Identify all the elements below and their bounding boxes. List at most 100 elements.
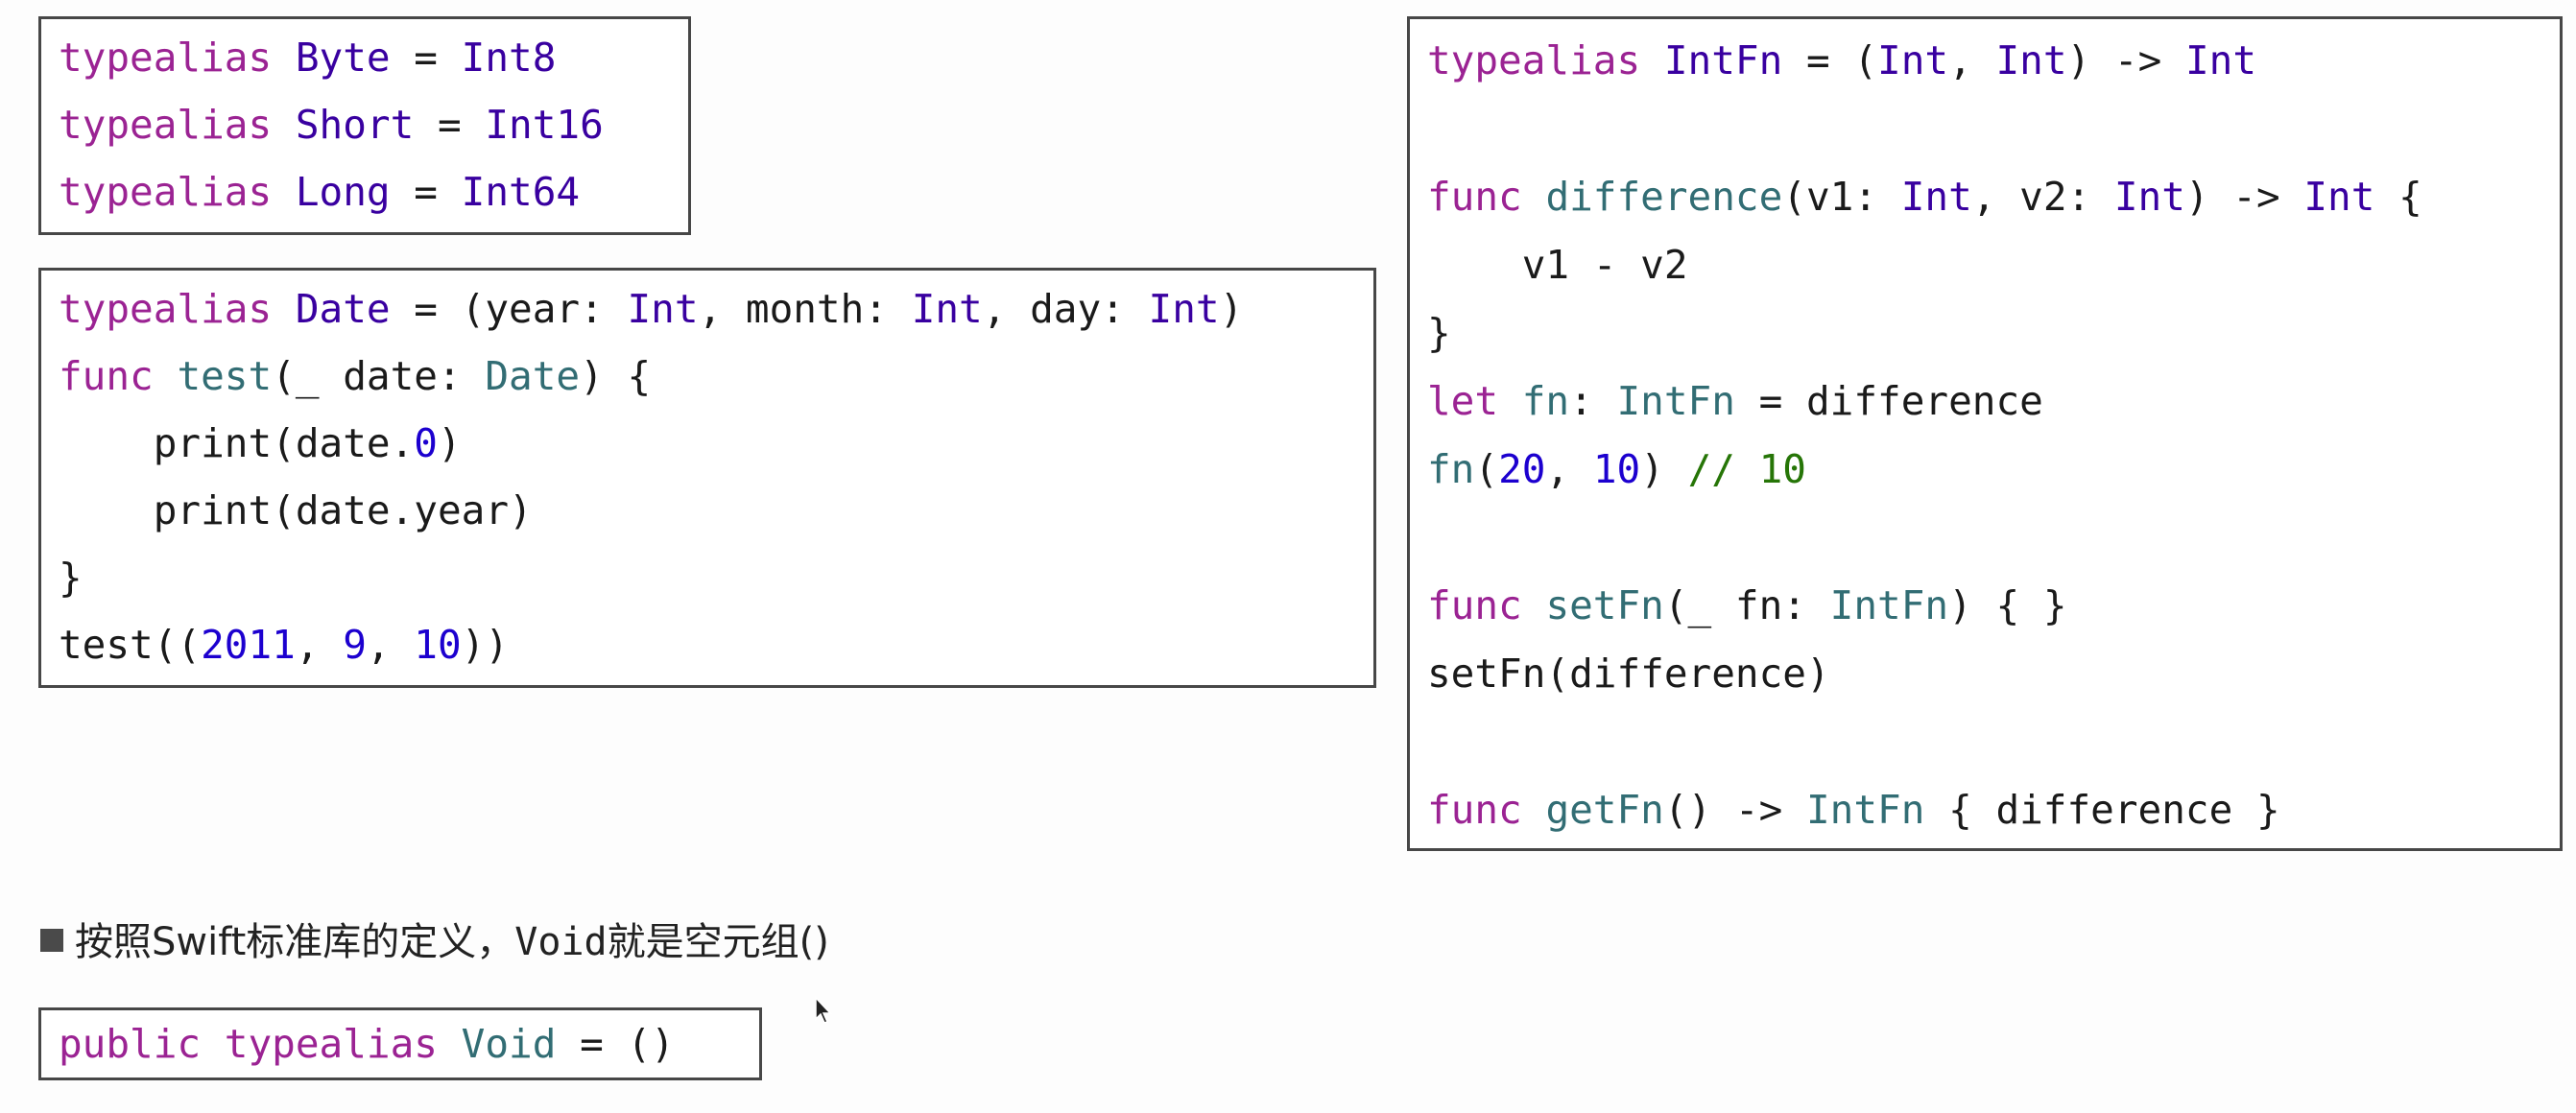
code-token: Int bbox=[911, 286, 983, 332]
code-token: = (year: bbox=[390, 286, 628, 332]
code-token: )) bbox=[461, 622, 510, 668]
code-token: Byte bbox=[295, 35, 391, 81]
code-token: = bbox=[390, 169, 462, 215]
code-line: print(date.year) bbox=[59, 482, 533, 539]
code-token: Int64 bbox=[461, 169, 581, 215]
code-token: Short bbox=[295, 102, 415, 148]
code-token: 0 bbox=[414, 420, 438, 466]
code-token: (_ fn: bbox=[1663, 582, 1830, 628]
code-token: ) bbox=[1640, 446, 1688, 492]
code-token: setFn(difference) bbox=[1427, 651, 1830, 697]
code-token: Long bbox=[295, 169, 391, 215]
bullet-text-after: 就是空元组() bbox=[607, 920, 829, 964]
code-token: : bbox=[1569, 378, 1617, 424]
code-token: Int bbox=[627, 286, 699, 332]
code-token: typealias bbox=[224, 1021, 438, 1067]
code-token: Int bbox=[1877, 37, 1949, 83]
code-token: typealias bbox=[1427, 37, 1641, 83]
code-line: public typealias Void = () bbox=[59, 1015, 675, 1073]
code-token: IntFn bbox=[1829, 582, 1949, 628]
code-token: Int8 bbox=[461, 35, 557, 81]
code-token: = () bbox=[556, 1021, 675, 1067]
code-token: ) { bbox=[580, 353, 652, 399]
code-token: Int bbox=[1900, 174, 1972, 220]
code-token: print(date. bbox=[59, 420, 415, 466]
code-token: setFn bbox=[1545, 582, 1664, 628]
typealias-date-tuple-code-block: typealias Date = (year: Int, month: Int,… bbox=[38, 268, 1376, 688]
code-token: , bbox=[1545, 446, 1593, 492]
code-token: Int bbox=[2113, 174, 2185, 220]
code-token: let bbox=[1427, 378, 1499, 424]
code-line: func getFn() -> IntFn { difference } bbox=[1427, 781, 2280, 839]
code-token: IntFn bbox=[1805, 787, 1925, 833]
code-token: ( bbox=[1474, 446, 1499, 492]
code-token: test bbox=[177, 353, 273, 399]
code-token: , v2: bbox=[1971, 174, 2114, 220]
code-token: ) -> bbox=[2184, 174, 2304, 220]
code-token: , month: bbox=[698, 286, 912, 332]
code-token: func bbox=[59, 353, 154, 399]
code-token: difference bbox=[1545, 174, 1783, 220]
code-token: ) bbox=[1219, 286, 1244, 332]
code-token: 9 bbox=[343, 622, 367, 668]
code-token: = difference bbox=[1734, 378, 2043, 424]
code-token: func bbox=[1427, 582, 1522, 628]
code-token: 2011 bbox=[201, 622, 296, 668]
code-token: IntFn bbox=[1616, 378, 1735, 424]
code-token: Date bbox=[485, 353, 581, 399]
code-line: func setFn(_ fn: IntFn) { } bbox=[1427, 577, 2067, 634]
code-token: (_ date: bbox=[272, 353, 486, 399]
void-definition-bullet: 按照Swift标准库的定义，Void就是空元组() bbox=[40, 912, 829, 973]
code-token: , day: bbox=[982, 286, 1149, 332]
code-token: v1 - v2 bbox=[1427, 242, 1688, 288]
code-token: ) -> bbox=[2066, 37, 2185, 83]
code-token: func bbox=[1427, 787, 1522, 833]
code-token: 10 bbox=[414, 622, 462, 668]
code-token: typealias bbox=[59, 102, 273, 148]
code-line: func test(_ date: Date) { bbox=[59, 347, 651, 405]
code-token: Int bbox=[1148, 286, 1220, 332]
code-line: } bbox=[1427, 304, 1451, 362]
code-token: (v1: bbox=[1782, 174, 1901, 220]
code-line: typealias Short = Int16 bbox=[59, 96, 604, 154]
code-line: typealias IntFn = (Int, Int) -> Int bbox=[1427, 32, 2256, 89]
void-typealias-code-block: public typealias Void = () bbox=[38, 1007, 762, 1080]
code-token: Date bbox=[295, 286, 391, 332]
code-token: , bbox=[295, 622, 344, 668]
mouse-pointer-icon bbox=[815, 996, 832, 1024]
code-token: public bbox=[59, 1021, 202, 1067]
code-token: , bbox=[366, 622, 415, 668]
code-token: print(date.year) bbox=[59, 487, 533, 533]
code-token: , bbox=[1948, 37, 1996, 83]
square-bullet-icon bbox=[40, 929, 63, 952]
code-line: fn(20, 10) // 10 bbox=[1427, 440, 1806, 498]
code-line: } bbox=[59, 549, 83, 606]
typealias-function-type-code-block: typealias IntFn = (Int, Int) -> Int func … bbox=[1407, 16, 2563, 851]
code-token: typealias bbox=[59, 35, 273, 81]
code-token: Int bbox=[2303, 174, 2375, 220]
code-token: // 10 bbox=[1687, 446, 1806, 492]
code-token: 20 bbox=[1498, 446, 1546, 492]
code-token: func bbox=[1427, 174, 1522, 220]
code-token: 10 bbox=[1592, 446, 1641, 492]
code-token: () -> bbox=[1663, 787, 1806, 833]
bullet-text-before: 按照Swift标准库的定义， bbox=[75, 920, 515, 964]
code-token: } bbox=[1427, 310, 1451, 356]
code-line: test((2011, 9, 10)) bbox=[59, 616, 509, 674]
code-token: { bbox=[2374, 174, 2422, 220]
code-token: typealias bbox=[59, 286, 273, 332]
code-token: ) { } bbox=[1948, 582, 2067, 628]
code-line: func difference(v1: Int, v2: Int) -> Int… bbox=[1427, 168, 2422, 225]
code-line: typealias Long = Int64 bbox=[59, 163, 580, 221]
code-line: v1 - v2 bbox=[1427, 236, 1688, 294]
bullet-code-void: Void bbox=[514, 920, 608, 964]
